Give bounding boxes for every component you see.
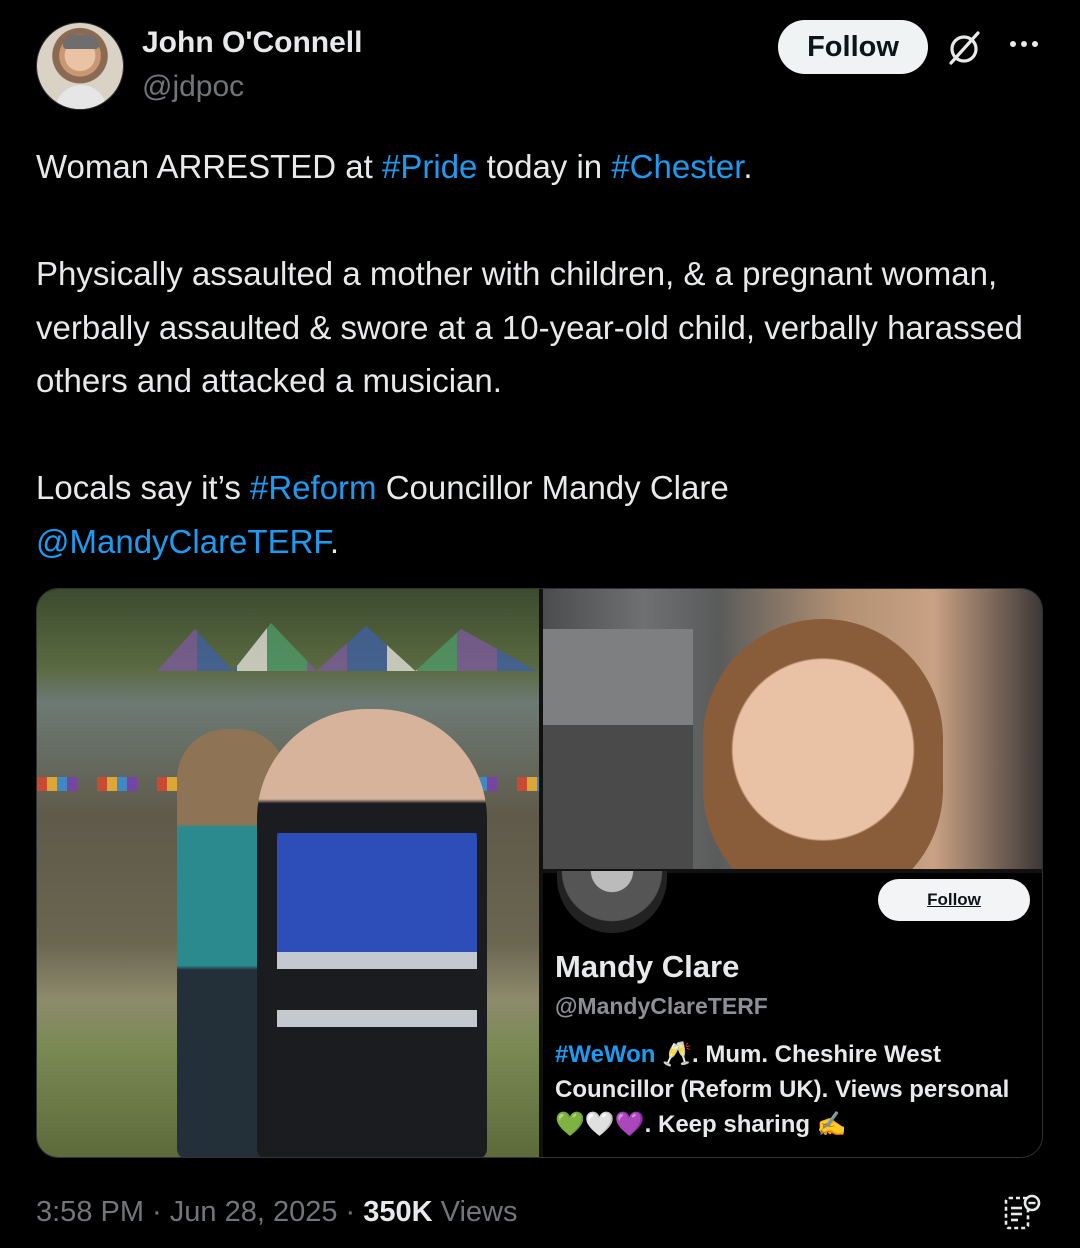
grok-slash-icon[interactable] [944, 28, 984, 68]
media-photo-arrest[interactable] [37, 589, 539, 1157]
tweet-footer: 3:58 PM · Jun 28, 2025 · 350K Views [36, 1196, 517, 1229]
author-avatar[interactable] [36, 22, 124, 110]
more-dots-icon[interactable] [1004, 36, 1044, 52]
embedded-profile-name: Mandy Clare [555, 949, 740, 984]
embedded-profile-handle: @MandyClareTERF [555, 993, 768, 1019]
text-span: . [329, 522, 340, 560]
embedded-profile-card[interactable]: Follow Mandy Clare @MandyClareTERF #WeWo… [543, 871, 1042, 1157]
mention-mandyclareterf[interactable]: @MandyClareTERF [36, 523, 330, 560]
view-count-icon[interactable] [1002, 1192, 1042, 1234]
embedded-profile-bio: #WeWon 🥂. Mum. Cheshire West Councillor … [555, 1037, 1035, 1142]
tweet-line-1: Woman ARRESTED at #Pride today in #Chest… [36, 140, 1044, 194]
views-label: Views [432, 1196, 518, 1228]
follow-button[interactable]: Follow [778, 20, 928, 74]
media-photo-portrait[interactable] [543, 589, 1042, 869]
bio-hashtag: #WeWon [555, 1041, 656, 1068]
embedded-profile-avatar [557, 871, 667, 933]
text-span: . [743, 148, 753, 185]
tweet-paragraph-2: Physically assaulted a mother with child… [36, 255, 1023, 399]
separator: · [337, 1196, 364, 1228]
author-name[interactable]: John O'Connell [142, 26, 362, 60]
text-span: Woman ARRESTED at [36, 148, 383, 185]
text-span: Councillor Mandy Clare [376, 469, 729, 506]
text-span: today in [477, 148, 612, 185]
views-count: 350K [363, 1196, 433, 1228]
tweet-paragraph-3: Locals say it’s #Reform Councillor Mandy… [36, 461, 1044, 568]
hashtag-chester[interactable]: #Chester [611, 148, 743, 185]
media-grid: Follow Mandy Clare @MandyClareTERF #WeWo… [36, 588, 1043, 1158]
embedded-follow-button: Follow [878, 879, 1030, 921]
tweet-time[interactable]: 3:58 PM [36, 1196, 144, 1228]
hashtag-reform[interactable]: #Reform [250, 469, 377, 506]
separator: · [144, 1196, 170, 1228]
text-span: Locals say it’s [36, 469, 250, 506]
author-handle[interactable]: @jdpoc [142, 70, 244, 104]
hashtag-pride[interactable]: #Pride [382, 148, 477, 185]
tweet-text: Woman ARRESTED at #Pride today in #Chest… [36, 140, 1044, 568]
tweet-header: John O'Connell @jdpoc Follow [36, 20, 1044, 112]
tweet-date[interactable]: Jun 28, 2025 [170, 1196, 338, 1228]
